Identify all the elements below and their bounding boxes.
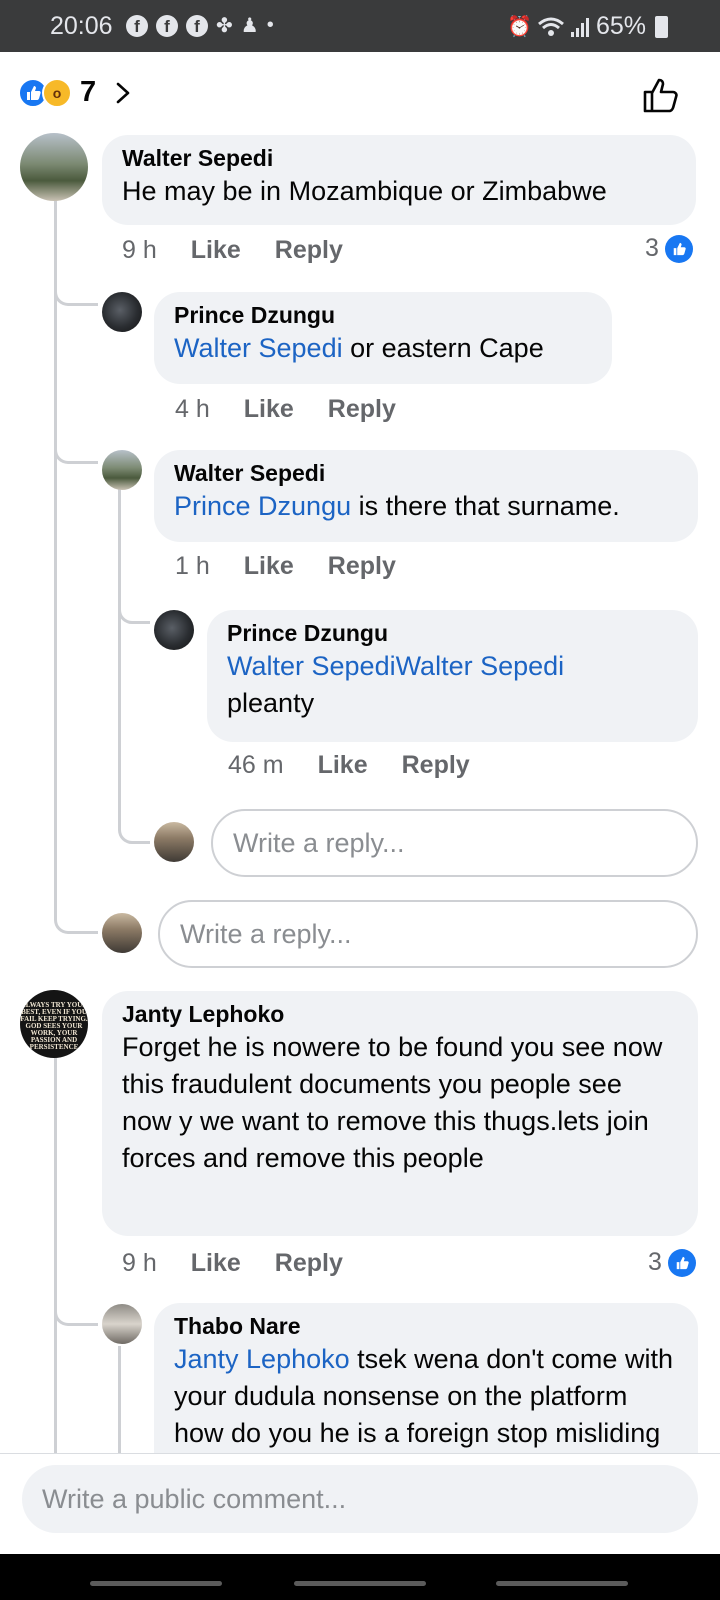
comment-author[interactable]: Thabo Nare [174,1311,678,1341]
thread-line [118,486,121,826]
status-right: ⏰ 65% [507,12,668,41]
comment-actions: 9 h Like Reply [122,236,377,265]
reply-button[interactable]: Reply [328,552,396,581]
comment-actions: 1 h Like Reply [175,552,430,581]
thread-connector [118,820,150,844]
mention-link[interactable]: Prince Dzungu [174,491,351,521]
user-avatar [154,822,194,862]
system-nav-bar [0,1554,720,1600]
reply-button[interactable]: Reply [402,751,470,780]
thread-connector [54,1302,98,1326]
like-outline-icon[interactable] [642,76,680,114]
battery-percent: 65% [595,12,646,40]
reaction-count: 3 [648,1248,662,1276]
nav-home-button[interactable] [294,1581,426,1586]
comment-bubble[interactable]: Prince Dzungu Walter Sepedi or eastern C… [154,292,612,384]
comment-text: Forget he is nowere to be found you see … [122,1032,663,1173]
reply-button[interactable]: Reply [328,395,396,424]
status-time: 20:06 [50,12,113,40]
avatar[interactable] [20,133,88,201]
facebook-icon: f [186,14,208,37]
avatar[interactable]: ALWAYS TRY YOUR BEST, EVEN IF YOU FAIL K… [20,990,88,1058]
comment-actions: 46 m Like Reply [228,751,504,780]
alarm-icon: ⏰ [507,16,532,38]
comment-text: Walter Sepedi or eastern Cape [174,333,544,363]
avatar[interactable] [102,450,142,490]
reply-input[interactable]: Write a reply... [211,809,698,877]
comment-text: He may be in Mozambique or Zimbabwe [122,176,607,206]
comment-actions: 9 h Like Reply [122,1249,377,1278]
thread-connector [118,600,150,624]
facebook-icon: f [156,14,178,37]
public-comment-input[interactable]: Write a public comment... [22,1465,698,1533]
nav-back-button[interactable] [496,1581,628,1586]
avatar[interactable] [102,1304,142,1344]
like-button[interactable]: Like [318,751,368,780]
person-icon: ♟ [240,15,259,37]
user-avatar [102,913,142,953]
comment-composer-bar: Write a public comment... [0,1453,720,1554]
comment-reactions[interactable]: 3 [645,234,693,263]
avatar[interactable] [102,292,142,332]
thread-line [54,200,57,900]
comment-actions: 4 h Like Reply [175,395,430,424]
reply-button[interactable]: Reply [275,236,343,265]
comment-author[interactable]: Prince Dzungu [174,300,592,330]
wow-reaction-icon: o [42,77,72,108]
comment-time: 9 h [122,1249,157,1277]
battery-icon [655,15,668,38]
reply-button[interactable]: Reply [275,1249,343,1278]
comment-author[interactable]: Prince Dzungu [227,618,678,648]
like-button[interactable]: Like [191,236,241,265]
reactions-summary[interactable]: o 7 [18,76,134,109]
like-button[interactable]: Like [244,552,294,581]
status-bar: 20:06 f f f ✤ ♟ • ⏰ 65% [0,0,720,52]
like-reaction-icon [664,234,693,263]
comment-time: 1 h [175,552,210,580]
mention-link[interactable]: Walter Sepedi [174,333,343,363]
comment-time: 4 h [175,395,210,423]
thread-connector [54,900,98,934]
nav-recents-button[interactable] [90,1581,222,1586]
like-reaction-icon [667,1248,696,1277]
comment-bubble[interactable]: Janty Lephoko Forget he is nowere to be … [102,991,698,1236]
comment-bubble[interactable]: Prince Dzungu Walter SepediWalter Sepedi… [207,610,698,742]
wifi-icon [537,17,564,36]
dot-icon: • [266,14,274,36]
signal-icon [570,17,589,37]
comment-time: 9 h [122,236,157,264]
avatar[interactable] [154,610,194,650]
like-button[interactable]: Like [191,1249,241,1278]
comment-author[interactable]: Walter Sepedi [122,143,676,173]
facebook-icon: f [126,14,148,37]
mention-link[interactable]: Janty Lephoko [174,1344,350,1374]
thread-line [54,1046,57,1454]
thread-line [118,1346,121,1454]
comment-text: pleanty [227,688,315,718]
chevron-right-icon[interactable] [112,82,134,104]
reply-input[interactable]: Write a reply... [158,900,698,968]
notification-icons: f f f ✤ ♟ • [126,13,274,38]
reaction-count: 7 [80,76,97,108]
thread-connector [54,282,98,306]
mention-link[interactable]: Walter SepediWalter Sepedi [227,648,678,685]
pinwheel-icon: ✤ [216,15,233,37]
comment-text: Prince Dzungu is there that surname. [174,491,620,521]
thread-connector [54,440,98,464]
comment-bubble[interactable]: Walter Sepedi He may be in Mozambique or… [102,135,696,225]
reaction-count: 3 [645,234,659,262]
comment-time: 46 m [228,751,284,779]
like-button[interactable]: Like [244,395,294,424]
comment-bubble[interactable]: Walter Sepedi Prince Dzungu is there tha… [154,450,698,542]
comment-author[interactable]: Janty Lephoko [122,999,678,1029]
comment-reactions[interactable]: 3 [648,1248,696,1277]
comment-author[interactable]: Walter Sepedi [174,458,678,488]
